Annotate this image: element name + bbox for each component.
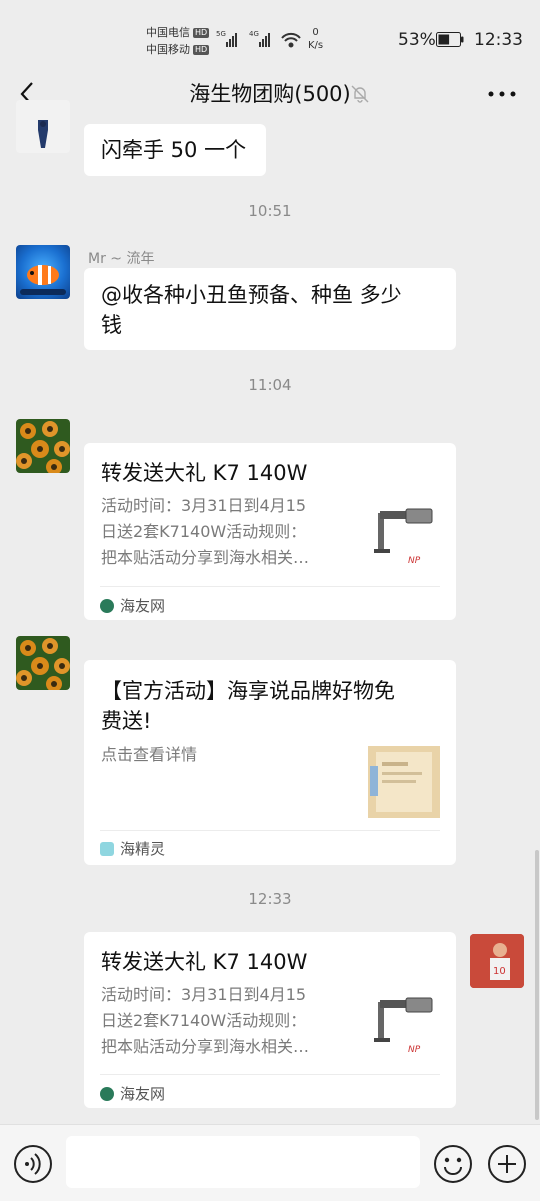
card-title: 转发送大礼 K7 140W [101,950,308,974]
card-divider [100,586,440,587]
lamp-thumbnail: NP [374,997,433,1055]
battery-icon [436,32,464,47]
plus-icon[interactable] [488,1145,526,1183]
message-bubble[interactable]: 闪牵手 50 一个 [84,124,266,176]
more-icon[interactable] [486,84,518,104]
card-source-label: 海精灵 [120,840,166,858]
svg-text:NP: NP [408,556,421,566]
signal-icon [226,33,237,47]
avatar[interactable] [16,100,70,153]
link-card[interactable]: 转发送大礼 K7 140W 活动时间：3月31日到4月15 日送2套K7140W… [84,443,456,620]
card-description: 活动时间：3月31日到4月15 日送2套K7140W活动规则： 把本贴活动分享到… [101,982,361,1060]
speed-unit: K/s [308,40,324,51]
timestamp: 11:04 [248,376,292,394]
card-source: 海友网 [100,595,165,616]
sender-name: Mr ~ 流年 [88,251,155,267]
message-line: @收各种小丑鱼预备、种鱼 多少 [101,283,402,307]
card-desc-line: 把本贴活动分享到海水相关… [101,1037,310,1056]
card-description: 点击查看详情 [101,745,198,764]
link-card[interactable]: 【官方活动】海享说品牌好物免 费送! 点击查看详情 海精灵 [84,660,456,865]
card-desc-line: 把本贴活动分享到海水相关… [101,548,310,567]
haijingling-logo-icon [100,841,114,856]
network-speed: 0 K/s [308,26,323,52]
card-divider [100,830,440,831]
player-avatar-icon: 10 [470,934,524,988]
input-bar [0,1124,540,1201]
link-card[interactable]: 转发送大礼 K7 140W 活动时间：3月31日到4月15 日送2套K7140W… [84,932,456,1108]
chat-header: 海生物团购(500) [0,80,540,124]
svg-text:NP: NP [408,1045,421,1055]
card-source-label: 海友网 [120,1085,166,1103]
carrier-1: 中国电信 [146,26,190,39]
voice-icon[interactable] [14,1145,52,1183]
coral-avatar-icon [16,638,70,690]
carrier-info: 中国电信 HD 中国移动 HD [146,24,210,58]
net-label-2: 4G [249,30,259,38]
haiyou-logo-icon [100,1086,114,1101]
coral-avatar-icon [16,421,70,473]
timestamp: 12:33 [248,890,292,908]
avatar[interactable] [16,245,70,299]
message-input[interactable] [66,1136,420,1188]
signal-icon [259,33,270,47]
card-title-line: 费送! [101,709,152,733]
card-source-label: 海友网 [120,597,166,615]
avatar[interactable] [16,636,70,690]
status-bar: 中国电信 HD 中国移动 HD 5G 4G 0 K/s 53% 12:33 [0,0,540,80]
card-title: 转发送大礼 K7 140W [101,461,308,485]
card-desc-line: 活动时间：3月31日到4月15 [101,496,307,515]
timestamp: 10:51 [248,202,292,220]
card-title: 【官方活动】海享说品牌好物免 费送! [101,676,441,736]
card-source: 海友网 [100,1083,165,1104]
card-source: 海精灵 [100,838,165,859]
message-text: @收各种小丑鱼预备、种鱼 多少 钱 [101,280,451,340]
hd-badge: HD [193,28,210,38]
net-label-1: 5G [216,30,226,38]
battery-percent: 53% [398,30,436,50]
card-desc-line: 活动时间：3月31日到4月15 [101,985,307,1004]
lamp-thumbnail: NP [374,508,433,566]
message-text: 闪牵手 50 一个 [101,138,247,162]
avatar[interactable]: 10 [470,934,524,988]
card-desc-line: 日送2套K7140W活动规则： [101,522,307,541]
card-title-line: 【官方活动】海享说品牌好物免 [101,679,395,703]
svg-text:10: 10 [493,966,506,977]
clock: 12:33 [474,30,523,50]
mute-icon [351,85,369,103]
avatar-figure-icon [38,120,48,148]
chat-title: 海生物团购(500) [189,82,351,106]
message-bubble[interactable]: @收各种小丑鱼预备、种鱼 多少 钱 [84,268,456,350]
card-description: 活动时间：3月31日到4月15 日送2套K7140W活动规则： 把本贴活动分享到… [101,493,361,571]
haiyou-logo-icon [100,598,114,613]
carrier-2: 中国移动 [146,43,190,56]
promo-thumbnail [368,746,440,818]
signal-wifi-icons: 5G 4G [216,30,301,48]
card-desc-line: 日送2套K7140W活动规则： [101,1011,307,1030]
avatar[interactable] [16,419,70,473]
speed-value: 0 [312,27,319,38]
emoji-icon[interactable] [434,1145,472,1183]
hd-badge: HD [193,45,210,55]
scrollbar[interactable] [535,850,539,1120]
card-divider [100,1074,440,1075]
wifi-icon [281,32,301,48]
clownfish-avatar-icon [20,265,66,295]
message-line: 钱 [101,313,122,337]
